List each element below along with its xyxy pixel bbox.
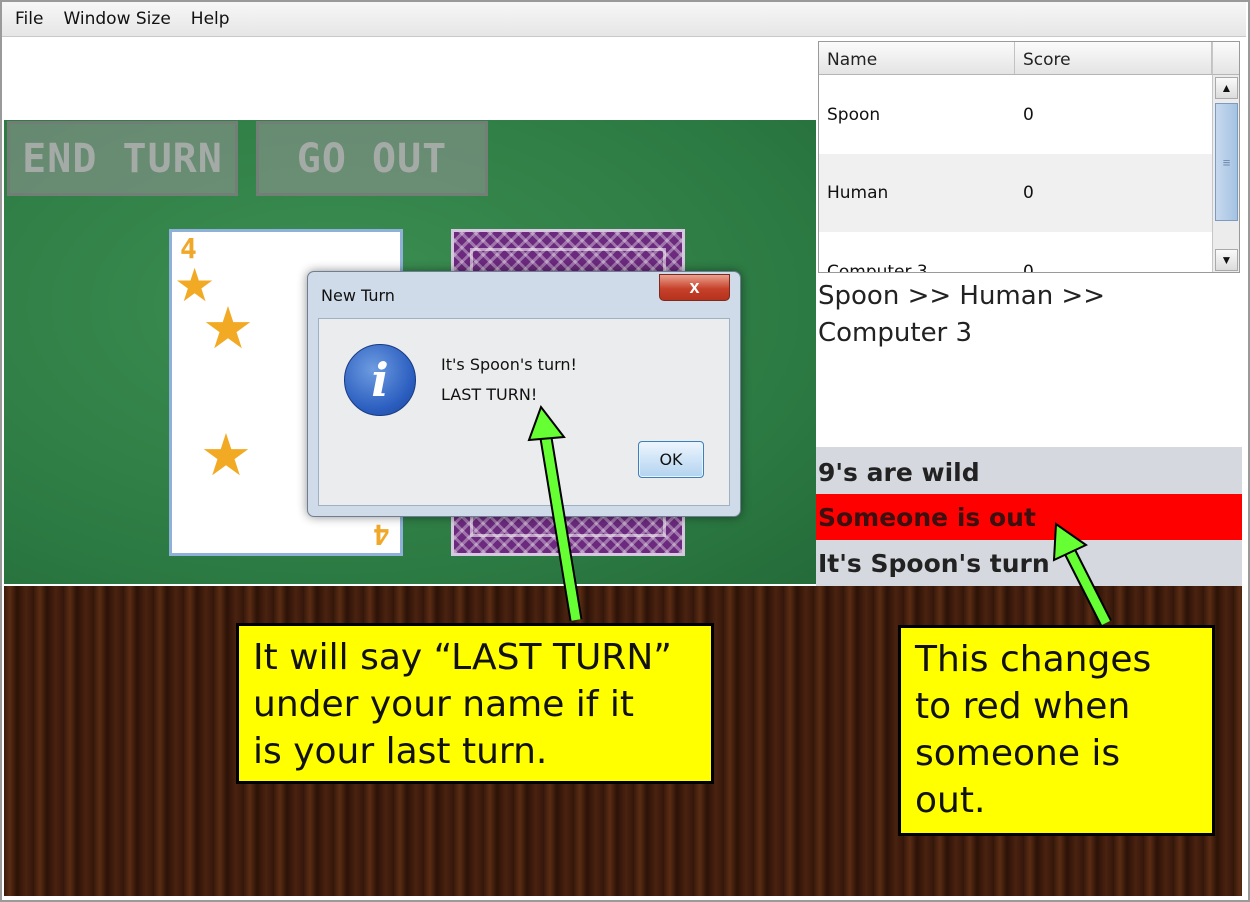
callout-line: is your last turn. <box>253 731 548 772</box>
table-body: Spoon 0 Human 0 Computer 3 0 <box>819 76 1212 272</box>
close-icon[interactable]: x <box>659 274 730 301</box>
star-icon: ★ <box>202 296 254 361</box>
star-icon: ★ <box>200 423 252 488</box>
player-name: Computer 3 <box>827 262 928 273</box>
player-score: 0 <box>1023 105 1034 125</box>
table-header: Name Score <box>819 42 1212 75</box>
dialog-body: i It's Spoon's turn! LAST TURN! OK <box>318 318 730 506</box>
scroll-up-arrow-icon[interactable]: ▲ <box>1215 77 1238 99</box>
menu-bar: File Window Size Help <box>2 2 1246 37</box>
turn-order-line-1: Spoon >> Human >> <box>818 281 1106 311</box>
dialog-message-line-1: It's Spoon's turn! <box>441 355 577 374</box>
red-status-callout: This changes to red when someone is out. <box>898 625 1215 836</box>
someone-out-status: Someone is out <box>816 494 1242 540</box>
column-header-name[interactable]: Name <box>819 42 1015 74</box>
go-out-button[interactable]: Go Out <box>256 121 488 196</box>
last-turn-callout: It will say “LAST TURN” under your name … <box>236 623 714 784</box>
table-row[interactable]: Human 0 <box>819 154 1212 232</box>
table-row[interactable]: Computer 3 0 <box>819 232 1212 272</box>
table-row[interactable]: Spoon 0 <box>819 76 1212 154</box>
wild-card-status: 9's are wild <box>818 457 980 487</box>
turn-order-text: Spoon >> Human >> Computer 3 <box>818 278 1238 352</box>
scroll-down-arrow-icon[interactable]: ▼ <box>1215 249 1238 271</box>
card-rank-bottom: 4 <box>373 518 390 551</box>
menu-help[interactable]: Help <box>188 7 233 31</box>
player-name: Spoon <box>827 105 881 125</box>
end-turn-button[interactable]: End Turn <box>7 121 238 196</box>
player-score: 0 <box>1023 183 1034 203</box>
info-icon: i <box>344 344 416 416</box>
callout-line: someone is <box>915 733 1121 774</box>
scroll-thumb[interactable]: ≡ <box>1215 103 1238 221</box>
score-table: Name Score Spoon 0 Human 0 Computer 3 0 … <box>818 41 1240 273</box>
menu-file[interactable]: File <box>12 7 46 31</box>
callout-line: It will say “LAST TURN” <box>253 637 672 678</box>
new-turn-dialog: New Turn x i It's Spoon's turn! LAST TUR… <box>307 271 741 517</box>
callout-line: out. <box>915 780 986 821</box>
player-name: Human <box>827 183 889 203</box>
current-turn-status: It's Spoon's turn <box>818 548 1050 578</box>
callout-line: This changes <box>915 639 1152 680</box>
top-blank-area <box>4 38 816 120</box>
table-corner <box>1212 42 1239 75</box>
table-scrollbar[interactable]: ▲ ≡ ▼ <box>1212 75 1239 272</box>
right-info-panel: Name Score Spoon 0 Human 0 Computer 3 0 … <box>816 38 1242 586</box>
player-score: 0 <box>1023 262 1034 273</box>
menu-window-size[interactable]: Window Size <box>60 7 173 31</box>
status-panel: 9's are wild Someone is out It's Spoon's… <box>816 447 1242 586</box>
callout-line: under your name if it <box>253 684 635 725</box>
ok-button[interactable]: OK <box>638 441 704 478</box>
turn-order-line-2: Computer 3 <box>818 318 973 348</box>
dialog-message-line-2: LAST TURN! <box>441 385 538 404</box>
column-header-score[interactable]: Score <box>1015 42 1212 74</box>
dialog-title: New Turn <box>321 286 395 305</box>
callout-line: to red when <box>915 686 1131 727</box>
